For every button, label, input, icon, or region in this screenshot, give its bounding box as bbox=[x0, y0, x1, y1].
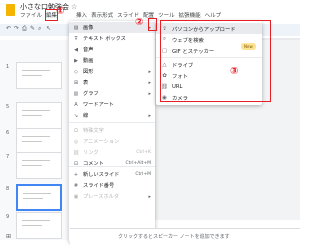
chevron-right-icon: ▸ bbox=[148, 68, 151, 75]
menu-item-label: 特殊文字 bbox=[83, 128, 104, 134]
grid-view-icon[interactable]: ⊞ bbox=[6, 233, 11, 240]
thumbnail-text-line bbox=[23, 198, 43, 199]
insert-menu-item-wordart[interactable]: A ワードアート bbox=[69, 99, 155, 110]
print-icon[interactable]: ⎙ bbox=[22, 25, 27, 33]
menu-item-label: 音声 bbox=[83, 47, 94, 53]
slide-thumbnail[interactable] bbox=[16, 128, 62, 155]
slide-number: 8 bbox=[6, 186, 10, 192]
audio-icon: ◀ bbox=[74, 46, 78, 53]
menu-file[interactable]: ファイル bbox=[18, 12, 44, 21]
menu-item-label: 画像 bbox=[83, 25, 94, 31]
thumbnail-text-line bbox=[22, 70, 50, 71]
slide-thumbnail[interactable] bbox=[16, 184, 62, 211]
thumbnail-text-line bbox=[22, 165, 42, 166]
thumbnail-text-line bbox=[22, 141, 42, 142]
undo-icon[interactable]: ↶ bbox=[6, 25, 11, 32]
chevron-right-icon: ▸ bbox=[148, 79, 151, 86]
slide-number: 7 bbox=[6, 154, 10, 160]
insert-menu-item-table[interactable]: ⊞ 表 ▸ bbox=[69, 77, 155, 88]
thumbnail-text-line bbox=[22, 110, 50, 111]
insert-menu-item-link: ⛓ リンク Ctrl+K bbox=[69, 147, 155, 158]
paint-format-icon[interactable]: ✎ bbox=[30, 25, 35, 32]
table-icon: ⊞ bbox=[73, 79, 79, 86]
image-arrow-highlight bbox=[148, 18, 157, 31]
menu-item-label: テキスト ボックス bbox=[83, 36, 126, 42]
step-1-marker: ① bbox=[56, 6, 65, 17]
menu-item-shortcut: Ctrl+Alt+M bbox=[125, 161, 151, 166]
chevron-right-icon: ▸ bbox=[148, 193, 151, 200]
wordart-icon: A bbox=[74, 101, 78, 108]
menu-item-shortcut: Ctrl+M bbox=[135, 172, 151, 177]
menu-item-label: コメント bbox=[83, 161, 104, 167]
menu-item-label: グラフ bbox=[83, 91, 99, 97]
menu-item-label: ワードアート bbox=[83, 102, 114, 108]
menu-item-label: 表 bbox=[83, 80, 89, 86]
insert-menu-item-shape[interactable]: ◇ 図形 ▸ bbox=[69, 66, 155, 77]
menu-item-label: 動画 bbox=[83, 58, 94, 64]
speaker-notes-placeholder: クリックするとスピーカー ノートを追加できます bbox=[118, 234, 230, 240]
link-icon: ⛓ bbox=[72, 149, 80, 156]
insert-menu-item-slide-number[interactable]: # スライド番号 bbox=[69, 180, 155, 191]
select-icon[interactable]: ↖ bbox=[46, 25, 51, 32]
video-icon: ▶ bbox=[74, 57, 78, 64]
textbox-icon: Ŧ bbox=[74, 35, 78, 42]
special-char-icon: Ω bbox=[74, 127, 78, 134]
slide-thumbnail[interactable] bbox=[16, 102, 62, 129]
chevron-right-icon: ▸ bbox=[148, 112, 151, 119]
menu-item-label: 新しいスライド bbox=[83, 172, 120, 178]
slide-thumbnail[interactable] bbox=[16, 152, 62, 179]
thumbnail-text-line bbox=[22, 220, 50, 221]
insert-menu-item-video[interactable]: ▶ 動画 bbox=[69, 55, 155, 66]
menu-item-label: 線 bbox=[83, 113, 89, 119]
insert-menu-item-new-slide[interactable]: + 新しいスライド Ctrl+M bbox=[69, 169, 155, 180]
placeholder-icon: ▣ bbox=[73, 193, 79, 200]
insert-menu-item-textbox[interactable]: Ŧ テキスト ボックス bbox=[69, 33, 155, 44]
menu-item-shortcut: Ctrl+K bbox=[136, 150, 151, 155]
new-slide-icon: + bbox=[73, 171, 79, 178]
menu-item-label: アニメーション bbox=[83, 139, 120, 145]
thumbnail-text-line bbox=[22, 75, 42, 76]
menu-item-label: スライド番号 bbox=[83, 183, 115, 189]
slide-number: 6 bbox=[6, 130, 10, 136]
animation-icon: ◎ bbox=[73, 138, 79, 145]
slide-number: 1 bbox=[6, 64, 10, 70]
image-submenu-highlight bbox=[160, 20, 271, 102]
image-icon: ▨ bbox=[73, 24, 79, 31]
step-3-marker: ③ bbox=[230, 66, 239, 77]
redo-icon[interactable]: ↷ bbox=[14, 25, 19, 32]
slide-number: 9 bbox=[6, 214, 10, 220]
chart-icon: ▥ bbox=[73, 90, 79, 97]
slide-thumbnail[interactable] bbox=[16, 212, 62, 239]
menu-item-label: 図形 bbox=[83, 69, 94, 75]
menu-format[interactable]: 表示形式 bbox=[89, 12, 115, 21]
thumbnail-text-line bbox=[22, 136, 50, 137]
line-icon: ↘ bbox=[73, 112, 79, 119]
insert-menu-item-special-char: Ω 特殊文字 bbox=[69, 125, 155, 136]
slide-thumbnail[interactable] bbox=[16, 62, 62, 89]
insert-menu-item-line[interactable]: ↘ 線 ▸ bbox=[69, 110, 155, 121]
insert-menu-item-animation: ◎ アニメーション bbox=[69, 136, 155, 147]
thumbnail-text-line bbox=[23, 193, 51, 194]
slide-number-icon: # bbox=[73, 182, 79, 189]
insert-menu-item-comment[interactable]: ⊡ コメント Ctrl+Alt+M bbox=[69, 158, 155, 169]
star-icon[interactable]: ☆ bbox=[71, 3, 77, 11]
thumbnail-text-line bbox=[22, 115, 42, 116]
menu-item-label: リンク bbox=[83, 150, 99, 156]
menu-divider bbox=[69, 122, 155, 123]
chevron-right-icon: ▸ bbox=[148, 90, 151, 97]
thumbnail-text-line bbox=[22, 160, 50, 161]
menu-insert[interactable]: 挿入 bbox=[74, 12, 89, 21]
insert-menu-item-chart[interactable]: ▥ グラフ ▸ bbox=[69, 88, 155, 99]
zoom-icon[interactable]: ⌕ bbox=[38, 25, 41, 33]
insert-menu-item-placeholder: ▣ プレースホルダ ▸ bbox=[69, 191, 155, 202]
menu-item-label: プレースホルダ bbox=[83, 194, 120, 200]
insert-menu-item-audio[interactable]: ◀ 音声 bbox=[69, 44, 155, 55]
slide-number: 5 bbox=[6, 104, 10, 110]
insert-dropdown-menu: ▨ 画像 ▸ Ŧ テキスト ボックス ◀ 音声 ▶ 動画 ◇ 図形 ▸ ⊞ 表 ▸ ▥ グラフ ▸ A ワードアート ↘… bbox=[69, 21, 155, 242]
shape-icon: ◇ bbox=[74, 68, 78, 75]
thumbnail-text-line bbox=[22, 225, 42, 226]
step-2-marker: ② bbox=[135, 17, 144, 28]
slides-app-icon[interactable] bbox=[6, 4, 15, 16]
comment-icon: ⊡ bbox=[73, 160, 79, 167]
